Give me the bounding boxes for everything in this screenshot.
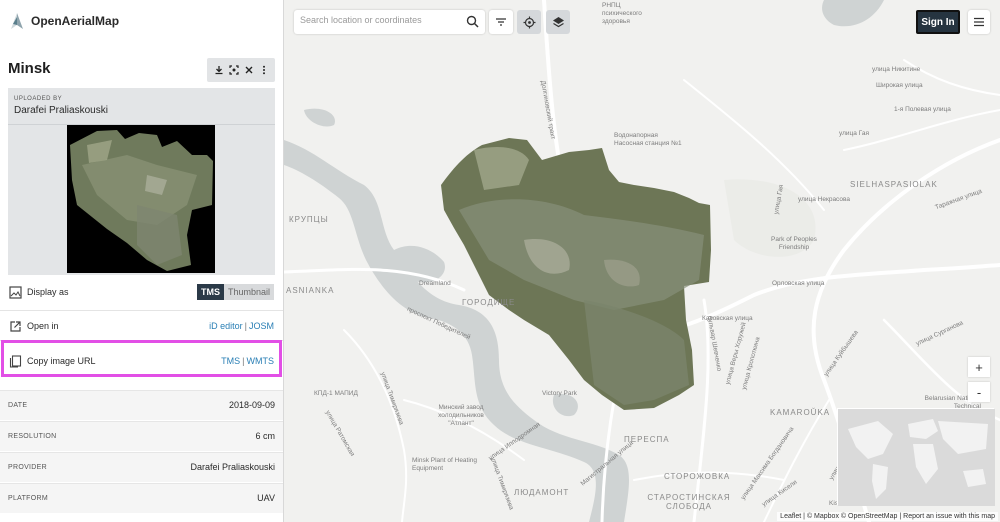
map-view[interactable]: улица Никитинe Широкая улица 1-я Полевая… xyxy=(284,0,1000,522)
zoom-out-button[interactable]: - xyxy=(968,382,990,402)
map-label: Минский завод холодильников "Атлант" xyxy=(438,404,484,427)
district-label: ЛЮДАМОНТ xyxy=(514,488,570,497)
district-label: SIELHASPASIOLAK xyxy=(850,180,938,189)
image-icon xyxy=(9,285,22,299)
detail-row-provider: PROVIDER Darafei Praliaskouski xyxy=(0,452,283,482)
image-thumbnail xyxy=(67,125,215,273)
map-label: Park of Peoples Friendship xyxy=(771,236,817,251)
detail-value: UAV xyxy=(257,493,275,503)
detail-key: PROVIDER xyxy=(8,464,47,471)
map-label: Водонапорная Насосная станция №1 xyxy=(614,132,682,147)
detail-key: DATE xyxy=(8,402,28,409)
detail-key: RESOLUTION xyxy=(8,433,57,440)
open-in-label: Open in xyxy=(27,321,59,331)
layers-button[interactable] xyxy=(546,10,570,34)
map-label: Victory Park xyxy=(542,390,577,397)
display-tms-option[interactable]: TMS xyxy=(196,284,224,300)
display-as-label: Display as xyxy=(27,287,69,297)
leaflet-link[interactable]: Leaflet xyxy=(780,513,801,520)
detail-row-platform: PLATFORM UAV xyxy=(0,483,283,513)
divider xyxy=(0,310,283,311)
search-box xyxy=(294,10,485,34)
detail-row-resolution: RESOLUTION 6 cm xyxy=(0,421,283,451)
map-label: улица Никитинe xyxy=(872,66,921,73)
brand-name: OpenAerialMap xyxy=(31,14,120,28)
detail-row-date: DATE 2018-09-09 xyxy=(0,390,283,420)
openaerialmap-logo-icon xyxy=(11,13,23,29)
brand[interactable]: OpenAerialMap xyxy=(8,10,119,32)
external-link-icon xyxy=(10,320,21,332)
map-label: Орловская улица xyxy=(772,280,825,287)
close-icon[interactable] xyxy=(243,64,255,76)
detail-key: PLATFORM xyxy=(8,495,48,502)
sign-in-button[interactable]: Sign In xyxy=(916,10,960,34)
search-input[interactable] xyxy=(300,15,460,25)
district-label: КРУПЦЫ xyxy=(289,215,329,224)
display-thumbnail-option[interactable]: Thumbnail xyxy=(223,284,274,300)
filter-icon xyxy=(496,18,506,26)
search-icon[interactable] xyxy=(466,15,479,28)
map-label: улица Гая xyxy=(839,130,869,137)
world-map-icon xyxy=(838,409,995,506)
minimap[interactable] xyxy=(837,408,995,506)
uploaded-by-label: UPLOADED BY xyxy=(14,96,63,102)
zoom-to-fit-icon[interactable] xyxy=(228,64,240,76)
separator: | xyxy=(803,513,805,520)
image-details-panel: OpenAerialMap Minsk UPLOADED BY Darafei … xyxy=(0,0,284,522)
image-actions xyxy=(207,58,275,82)
layers-icon xyxy=(552,16,564,27)
district-label: ASNIANKA xyxy=(286,286,335,295)
separator: | xyxy=(244,321,247,331)
menu-button[interactable] xyxy=(968,10,990,34)
detail-value: 2018-09-09 xyxy=(228,400,275,410)
map-attribution: Leaflet | © Mapbox © OpenStreetMap | Rep… xyxy=(777,512,998,521)
map-label: 1-я Полевая улица xyxy=(894,106,951,113)
filter-button[interactable] xyxy=(489,10,513,34)
mapbox-link[interactable]: © Mapbox xyxy=(807,513,839,520)
report-issue-link[interactable]: Report an issue with this map xyxy=(903,513,995,520)
district-label: СТОРОЖОВКА xyxy=(664,472,731,481)
open-in-josm-link[interactable]: JOSM xyxy=(249,321,274,331)
map-label: КПД-1 МАПИД xyxy=(314,390,358,397)
separator: | xyxy=(899,513,902,520)
map-label: улица Некрасова xyxy=(798,196,850,203)
detail-value: 6 cm xyxy=(255,431,275,441)
crosshair-icon xyxy=(523,16,535,28)
highlight-box xyxy=(1,340,282,377)
open-in-row: Open in iD editor | JOSM xyxy=(0,318,283,334)
map-label: Широкая улица xyxy=(876,82,923,89)
zoom-in-button[interactable]: + xyxy=(968,357,990,377)
map-label: Dreamland xyxy=(419,280,451,287)
display-as-toggle: TMS Thumbnail xyxy=(196,284,274,300)
detail-value: Darafei Praliaskouski xyxy=(190,462,275,472)
osm-link[interactable]: © OpenStreetMap xyxy=(841,513,898,520)
uploader-name: Darafei Praliaskouski xyxy=(14,105,108,116)
locate-button[interactable] xyxy=(517,10,541,34)
open-in-id-editor-link[interactable]: iD editor xyxy=(209,321,243,331)
map-label: Minsk Plant of Heating Equipment xyxy=(412,457,478,472)
district-label: ГОРОДИЩЕ xyxy=(462,298,516,307)
map-label: РНПЦ психического здоровья xyxy=(602,2,642,25)
district-label: KAMAROŬKA xyxy=(770,408,831,417)
download-icon[interactable] xyxy=(213,64,225,76)
hamburger-menu-icon xyxy=(974,17,984,27)
image-title: Minsk xyxy=(8,60,51,77)
display-as-row: Display as TMS Thumbnail xyxy=(0,282,283,302)
district-label: СТАРОСТИНСКАЯ СЛОБОДА xyxy=(647,493,731,511)
image-preview-card: UPLOADED BY Darafei Praliaskouski xyxy=(8,88,275,275)
more-options-icon[interactable] xyxy=(258,64,270,76)
